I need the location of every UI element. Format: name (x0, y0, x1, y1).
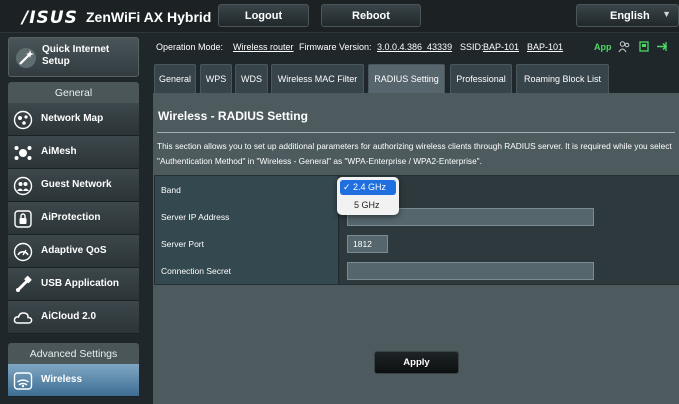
tab-roaming-block-list[interactable]: Roaming Block List (516, 64, 609, 93)
sidebar-item-aiprotection[interactable]: AiProtection (8, 202, 139, 235)
users-icon[interactable] (618, 40, 631, 53)
wifi-icon (13, 372, 33, 390)
tab-wds[interactable]: WDS (235, 64, 268, 93)
apply-button[interactable]: Apply (374, 351, 459, 374)
radius-form-table: Band Server IP Address Server Port 1812 … (154, 175, 679, 285)
cloud-icon (13, 312, 33, 324)
form-row-connection-secret: Connection Secret (155, 257, 679, 284)
language-label: English (610, 10, 650, 22)
tab-wireless-mac-filter[interactable]: Wireless MAC Filter (271, 64, 364, 93)
network-map-icon (13, 110, 33, 130)
usb-icon (15, 275, 32, 293)
usb-status-icon[interactable] (637, 40, 650, 53)
tab-general[interactable]: General (154, 64, 196, 93)
sidebar-item-label: Adaptive QoS (41, 245, 107, 256)
tab-radius-setting[interactable]: RADIUS Setting (368, 64, 445, 93)
asus-logo: /ISUS (22, 8, 78, 28)
quick-internet-setup-label: Quick Internet Setup (42, 44, 110, 67)
band-label: Band (155, 176, 339, 203)
guest-network-icon (13, 176, 33, 196)
connection-secret-input[interactable] (347, 262, 594, 280)
ssid-link-1[interactable]: BAP-101 (483, 42, 519, 52)
band-option-5ghz[interactable]: 5 GHz (340, 197, 396, 212)
aimesh-icon (14, 146, 32, 160)
operation-mode-label: Operation Mode: (156, 42, 224, 52)
sidebar-item-aicloud[interactable]: AiCloud 2.0 (8, 301, 139, 334)
internet-status-icon[interactable] (656, 40, 669, 53)
title-divider (157, 132, 675, 133)
sidebar-item-label: Network Map (41, 113, 104, 124)
sidebar-item-network-map[interactable]: Network Map (8, 103, 139, 136)
server-port-label: Server Port (155, 230, 339, 257)
advanced-settings-heading: Advanced Settings (8, 343, 139, 364)
reboot-button[interactable]: Reboot (321, 4, 421, 27)
operation-mode-link[interactable]: Wireless router (233, 42, 294, 52)
status-bar: Operation Mode: Wireless router Firmware… (151, 33, 679, 59)
router-admin-page: /ISUS ZenWiFi AX Hybrid Logout Reboot En… (0, 0, 679, 404)
sidebar-item-usb-application[interactable]: USB Application (8, 268, 139, 301)
sidebar-item-wireless[interactable]: Wireless (8, 364, 139, 397)
top-bar: /ISUS ZenWiFi AX Hybrid Logout Reboot En… (0, 0, 679, 33)
form-row-band: Band (155, 176, 679, 203)
sidebar-item-label: Guest Network (41, 179, 112, 190)
ssid-label: SSID: (460, 42, 484, 52)
server-port-input[interactable] (347, 235, 388, 253)
general-heading: General (8, 82, 139, 103)
tab-professional[interactable]: Professional (450, 64, 512, 93)
sidebar-item-label: USB Application (41, 278, 119, 289)
page-title: Wireless - RADIUS Setting (158, 109, 308, 123)
ssid-link-2[interactable]: BAP-101 (527, 42, 563, 52)
form-row-server-ip: Server IP Address (155, 203, 679, 230)
language-select[interactable]: English ▼ (576, 4, 679, 27)
tab-wps[interactable]: WPS (200, 64, 232, 93)
connection-secret-label: Connection Secret (155, 257, 339, 284)
page-description: This section allows you to set up additi… (157, 141, 672, 166)
main-content: Operation Mode: Wireless router Firmware… (151, 33, 679, 404)
sidebar-item-label: AiCloud 2.0 (41, 311, 97, 322)
wireless-tabs: General WPS WDS Wireless MAC Filter RADI… (151, 62, 679, 93)
server-port-cell (340, 230, 679, 257)
server-ip-label: Server IP Address (155, 203, 339, 230)
wand-icon (16, 48, 36, 68)
connection-secret-cell (340, 257, 679, 284)
radius-setting-panel: Wireless - RADIUS Setting This section a… (153, 93, 679, 404)
sidebar: Quick Internet Setup General Network Map… (0, 33, 151, 404)
firmware-label: Firmware Version: (299, 42, 372, 52)
lock-icon (14, 210, 32, 228)
product-name: ZenWiFi AX Hybrid (86, 9, 212, 25)
firmware-link[interactable]: 3.0.0.4.386_43339 (377, 42, 452, 52)
sidebar-item-aimesh[interactable]: AiMesh (8, 136, 139, 169)
sidebar-item-label: Wireless (41, 374, 83, 385)
band-dropdown-menu: ✓ 2.4 GHz 5 GHz (337, 177, 399, 215)
quick-internet-setup-button[interactable]: Quick Internet Setup (8, 37, 139, 77)
sidebar-item-label: AiProtection (41, 212, 101, 223)
chevron-down-icon: ▼ (662, 9, 671, 19)
app-label[interactable]: App (594, 42, 612, 52)
logout-button[interactable]: Logout (218, 4, 309, 27)
speedometer-icon (13, 242, 33, 262)
sidebar-item-label: AiMesh (41, 146, 77, 157)
sidebar-item-guest-network[interactable]: Guest Network (8, 169, 139, 202)
form-row-server-port: Server Port (155, 230, 679, 257)
sidebar-item-adaptive-qos[interactable]: Adaptive QoS (8, 235, 139, 268)
band-option-2-4ghz[interactable]: ✓ 2.4 GHz (340, 180, 396, 195)
